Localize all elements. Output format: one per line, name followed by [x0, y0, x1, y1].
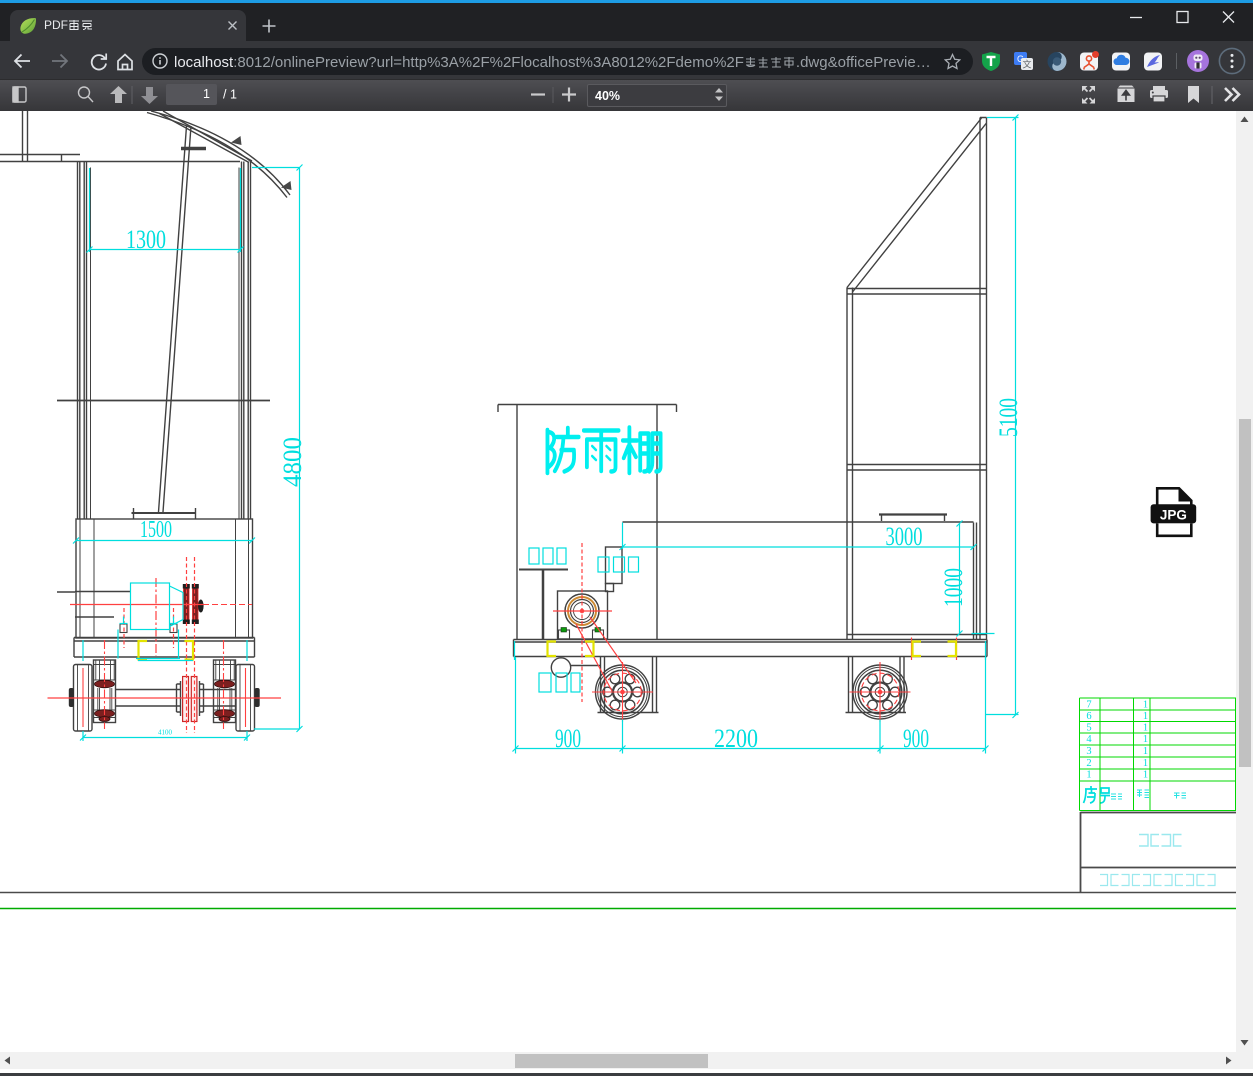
svg-text:1500: 1500 [140, 517, 172, 543]
svg-text:3: 3 [1086, 746, 1091, 757]
svg-text:900: 900 [555, 724, 581, 753]
svg-text:2200: 2200 [714, 724, 758, 753]
svg-text:1: 1 [1143, 711, 1148, 722]
svg-text:1: 1 [1143, 723, 1148, 734]
svg-text:/ 1: / 1 [223, 88, 237, 102]
svg-text:1: 1 [1143, 770, 1148, 781]
svg-text:4100: 4100 [158, 728, 172, 737]
svg-text:900: 900 [903, 724, 929, 753]
svg-text:1300: 1300 [126, 225, 166, 254]
svg-text:6: 6 [1086, 711, 1091, 722]
svg-text:1: 1 [1143, 758, 1148, 769]
svg-text:2: 2 [1086, 758, 1091, 769]
svg-text:5: 5 [1086, 723, 1091, 734]
svg-text:1: 1 [1143, 734, 1148, 745]
svg-text:4800: 4800 [278, 437, 307, 487]
svg-text:JPG: JPG [1160, 507, 1187, 522]
svg-text:文: 文 [1022, 59, 1031, 70]
svg-text:3000: 3000 [886, 522, 923, 551]
svg-text:1000: 1000 [939, 568, 968, 607]
svg-text:1: 1 [1086, 770, 1091, 781]
svg-text:4: 4 [1086, 734, 1092, 745]
svg-text:5100: 5100 [994, 398, 1023, 437]
svg-text:1: 1 [1143, 700, 1148, 711]
svg-text:1: 1 [1143, 746, 1148, 757]
svg-text:7: 7 [1086, 700, 1091, 711]
